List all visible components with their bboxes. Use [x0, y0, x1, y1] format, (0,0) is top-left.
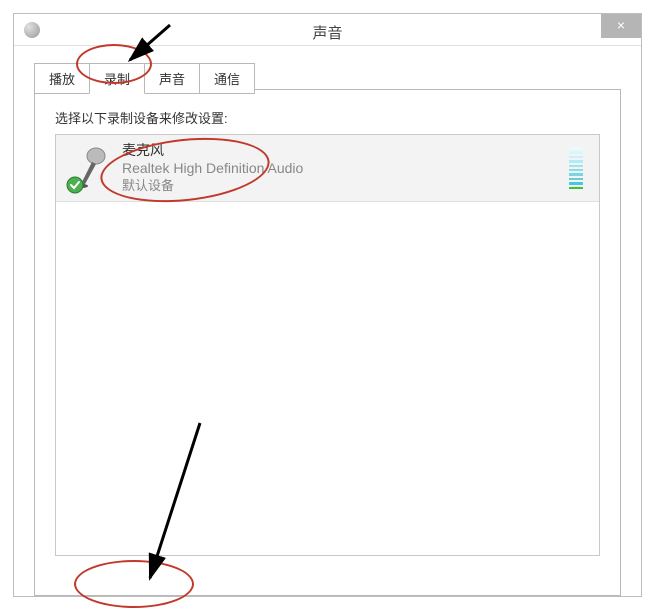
level-bar	[569, 160, 583, 162]
tab-3[interactable]: 通信	[199, 63, 255, 94]
tab-1[interactable]: 录制	[89, 63, 145, 94]
sound-dialog: 声音 × 播放录制声音通信 选择以下录制设备来修改设置: 麦克风Realtek …	[13, 13, 642, 597]
level-bar	[569, 165, 583, 167]
title-bar: 声音 ×	[14, 14, 641, 46]
level-bar	[569, 178, 583, 180]
device-text: 麦克风Realtek High Definition Audio默认设备	[122, 141, 569, 195]
tab-2[interactable]: 声音	[144, 63, 200, 94]
window-title: 声音	[14, 22, 641, 43]
level-bar	[569, 147, 583, 149]
microphone-icon	[68, 144, 116, 192]
level-bar	[569, 187, 583, 189]
level-meter	[569, 147, 583, 189]
tab-panel: 选择以下录制设备来修改设置: 麦克风Realtek High Definitio…	[34, 89, 621, 596]
level-bar	[569, 182, 583, 184]
instruction-label: 选择以下录制设备来修改设置:	[55, 108, 228, 127]
level-bar	[569, 156, 583, 158]
device-list[interactable]: 麦克风Realtek High Definition Audio默认设备	[55, 134, 600, 556]
device-item[interactable]: 麦克风Realtek High Definition Audio默认设备	[56, 135, 599, 202]
device-description: Realtek High Definition Audio	[122, 159, 569, 177]
device-name: 麦克风	[122, 141, 569, 159]
tab-strip: 播放录制声音通信	[34, 63, 254, 94]
check-icon	[66, 176, 84, 194]
close-button[interactable]: ×	[601, 14, 641, 38]
device-status: 默认设备	[122, 177, 569, 195]
tab-0[interactable]: 播放	[34, 63, 90, 94]
level-bar	[569, 169, 583, 171]
level-bar	[569, 173, 583, 175]
level-bar	[569, 151, 583, 153]
